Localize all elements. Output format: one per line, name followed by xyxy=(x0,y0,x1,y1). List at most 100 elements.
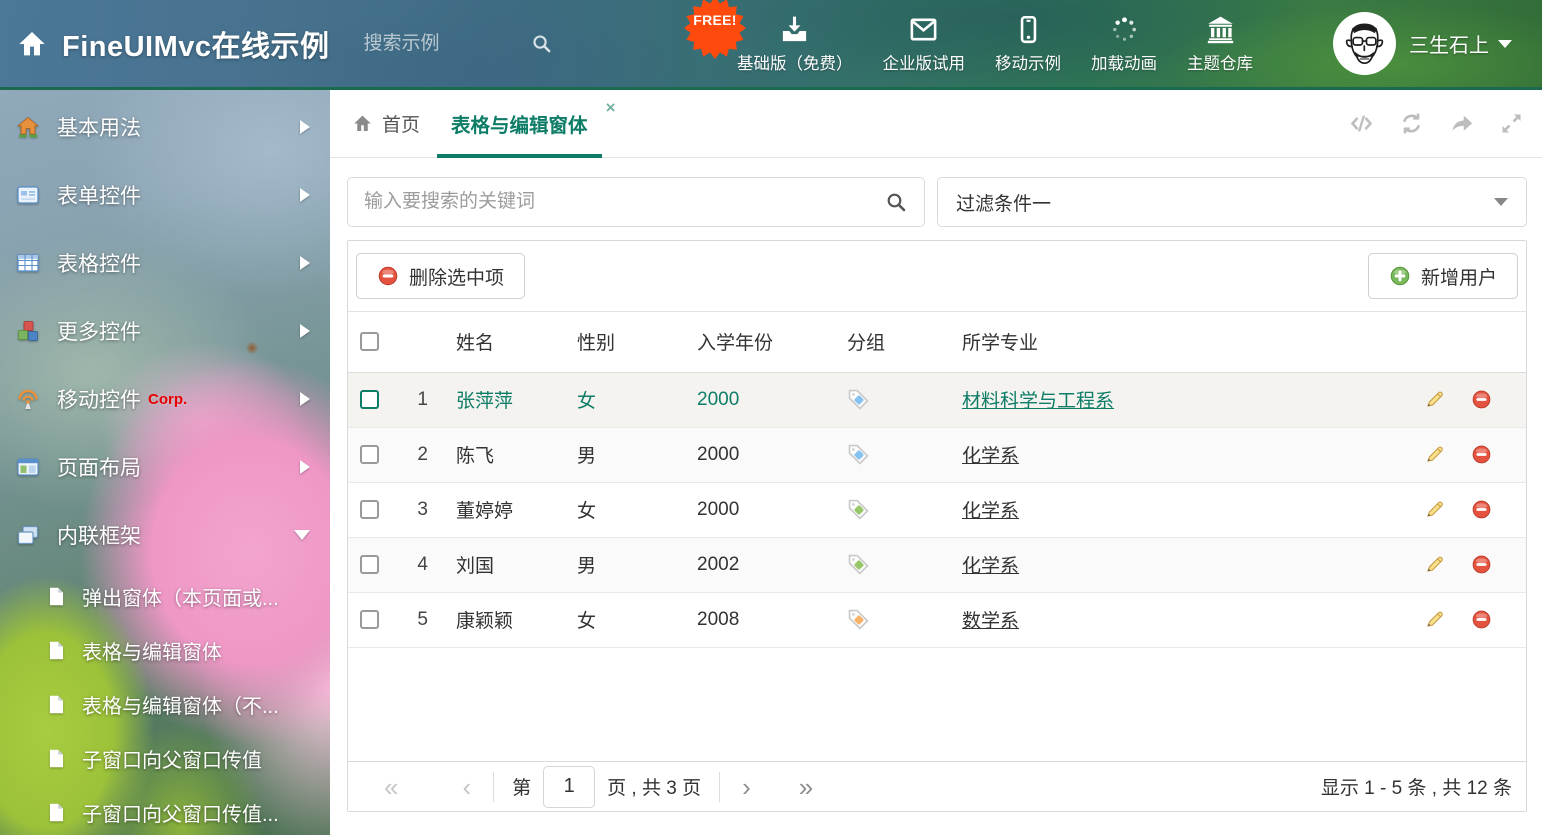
next-page-button[interactable]: › xyxy=(738,774,755,800)
sidebar-item-basic-usage[interactable]: 基本用法 xyxy=(0,93,330,161)
tab-home[interactable]: 首页 xyxy=(348,90,424,157)
download-icon xyxy=(779,14,810,45)
table-row[interactable]: 5 康颖颖 女 2008 数学系 xyxy=(348,592,1526,647)
avatar[interactable] xyxy=(1333,12,1396,75)
edit-pencil-icon[interactable] xyxy=(1424,389,1445,410)
signal-icon xyxy=(16,387,40,411)
open-new-window-icon[interactable] xyxy=(1448,110,1475,137)
sidebar: 基本用法 表单控件 表格控件 更多控件 移动控件 Corp. xyxy=(0,90,330,835)
row-checkbox[interactable] xyxy=(360,500,379,519)
file-icon xyxy=(46,748,67,769)
sidebar-subitem-label: 子窗口向父窗口传值 xyxy=(82,744,262,773)
sidebar-item-label: 基本用法 xyxy=(57,112,141,142)
edit-pencil-icon[interactable] xyxy=(1424,609,1445,630)
row-checkbox[interactable] xyxy=(360,610,379,629)
file-icon xyxy=(46,694,67,715)
cell-name: 康颖颖 xyxy=(438,592,563,647)
username-dropdown[interactable]: 三生石上 xyxy=(1409,29,1512,58)
nav-mobile-demo[interactable]: 移动示例 xyxy=(995,14,1061,74)
edit-pencil-icon[interactable] xyxy=(1424,554,1445,575)
column-header-gender: 性别 xyxy=(563,312,683,372)
delete-selected-button[interactable]: 删除选中项 xyxy=(356,253,525,299)
add-user-button[interactable]: 新增用户 xyxy=(1368,253,1518,299)
filter-dropdown[interactable]: 过滤条件一 xyxy=(937,177,1527,227)
nav-theme-repository[interactable]: 主题仓库 xyxy=(1187,14,1253,74)
sidebar-item-label: 表单控件 xyxy=(57,180,141,210)
sidebar-subitem-grid-edit-window[interactable]: 表格与编辑窗体 xyxy=(0,623,330,677)
keyword-search-input[interactable] xyxy=(364,191,884,213)
sidebar-item-grid-controls[interactable]: 表格控件 xyxy=(0,229,330,297)
cell-gender: 女 xyxy=(563,372,683,427)
search-icon[interactable] xyxy=(530,32,553,55)
major-link[interactable]: 化学系 xyxy=(962,501,1019,522)
file-icon xyxy=(46,802,67,823)
row-checkbox[interactable] xyxy=(360,555,379,574)
cubes-icon xyxy=(16,319,40,343)
nav-label: 主题仓库 xyxy=(1187,50,1253,74)
tab-grid-edit-window[interactable]: 表格与编辑窗体 × xyxy=(437,90,602,157)
table-row[interactable]: 3 董婷婷 女 2000 化学系 xyxy=(348,482,1526,537)
sidebar-subitem-child-to-parent[interactable]: 子窗口向父窗口传值 xyxy=(0,731,330,785)
row-checkbox[interactable] xyxy=(360,390,379,409)
table-row[interactable]: 2 陈飞 男 2000 化学系 xyxy=(348,427,1526,482)
last-page-button[interactable]: » xyxy=(795,774,817,800)
major-link[interactable]: 化学系 xyxy=(962,556,1019,577)
close-icon[interactable]: × xyxy=(606,99,616,116)
delete-row-icon[interactable] xyxy=(1471,389,1492,410)
file-icon xyxy=(46,640,67,661)
sidebar-item-label: 页面布局 xyxy=(57,452,141,482)
sidebar-subitem-popup-window[interactable]: 弹出窗体（本页面或... xyxy=(0,569,330,623)
layout-icon xyxy=(16,455,40,479)
tag-icon xyxy=(847,443,870,466)
sidebar-subitem-grid-edit-window-2[interactable]: 表格与编辑窗体（不... xyxy=(0,677,330,731)
home-icon xyxy=(352,113,373,134)
major-link[interactable]: 数学系 xyxy=(962,611,1019,632)
cell-name: 陈飞 xyxy=(438,427,563,482)
source-code-icon[interactable] xyxy=(1348,110,1375,137)
home-icon xyxy=(16,115,40,139)
sidebar-item-iframe[interactable]: 内联框架 xyxy=(0,501,330,569)
avatar-sketch xyxy=(1333,12,1396,75)
delete-row-icon[interactable] xyxy=(1471,609,1492,630)
page-number-input[interactable] xyxy=(543,766,595,808)
header-search-input[interactable] xyxy=(364,33,524,55)
sidebar-item-label: 内联框架 xyxy=(57,520,141,550)
table-row[interactable]: 4 刘国 男 2002 化学系 xyxy=(348,537,1526,592)
sidebar-subitem-child-to-parent-2[interactable]: 子窗口向父窗口传值... xyxy=(0,785,330,835)
column-header-name: 姓名 xyxy=(438,312,563,372)
major-link[interactable]: 材料科学与工程系 xyxy=(962,391,1114,412)
sidebar-item-more-controls[interactable]: 更多控件 xyxy=(0,297,330,365)
user-menu: 三生石上 xyxy=(1333,0,1512,87)
pagination-bar: « ‹ 第 页 , 共 3 页 › » 显示 1 - 5 条 , 共 12 条 xyxy=(348,761,1526,811)
delete-row-icon[interactable] xyxy=(1471,444,1492,465)
sidebar-item-page-layout[interactable]: 页面布局 xyxy=(0,433,330,501)
delete-row-icon[interactable] xyxy=(1471,554,1492,575)
sidebar-menu: 基本用法 表单控件 表格控件 更多控件 移动控件 Corp. xyxy=(0,90,330,569)
table-row[interactable]: 1 张萍萍 女 2000 材料科学与工程系 xyxy=(348,372,1526,427)
select-all-checkbox[interactable] xyxy=(360,332,379,351)
sidebar-item-mobile-controls[interactable]: 移动控件 Corp. xyxy=(0,365,330,433)
cell-gender: 男 xyxy=(563,537,683,592)
search-icon[interactable] xyxy=(884,190,908,214)
edit-pencil-icon[interactable] xyxy=(1424,444,1445,465)
mobile-icon xyxy=(1013,14,1044,45)
row-number: 4 xyxy=(396,537,438,592)
delete-row-icon[interactable] xyxy=(1471,499,1492,520)
prev-page-button[interactable]: ‹ xyxy=(458,774,475,800)
nav-enterprise-trial[interactable]: 企业版试用 xyxy=(883,14,966,74)
major-link[interactable]: 化学系 xyxy=(962,446,1019,467)
fullscreen-icon[interactable] xyxy=(1498,110,1525,137)
main-content: 首页 表格与编辑窗体 × 过滤条件一 xyxy=(330,90,1542,835)
sidebar-item-form-controls[interactable]: 表单控件 xyxy=(0,161,330,229)
refresh-icon[interactable] xyxy=(1398,110,1425,137)
cell-gender: 男 xyxy=(563,427,683,482)
first-page-button[interactable]: « xyxy=(380,774,402,800)
tag-icon xyxy=(847,388,870,411)
home-icon xyxy=(16,28,48,60)
brand[interactable]: FineUIMvc在线示例 xyxy=(0,23,330,65)
nav-basic-edition[interactable]: 基础版（免费） xyxy=(737,14,853,74)
filter-dropdown-value: 过滤条件一 xyxy=(956,189,1051,216)
nav-loading-animation[interactable]: 加载动画 xyxy=(1091,14,1157,74)
edit-pencil-icon[interactable] xyxy=(1424,499,1445,520)
row-checkbox[interactable] xyxy=(360,445,379,464)
